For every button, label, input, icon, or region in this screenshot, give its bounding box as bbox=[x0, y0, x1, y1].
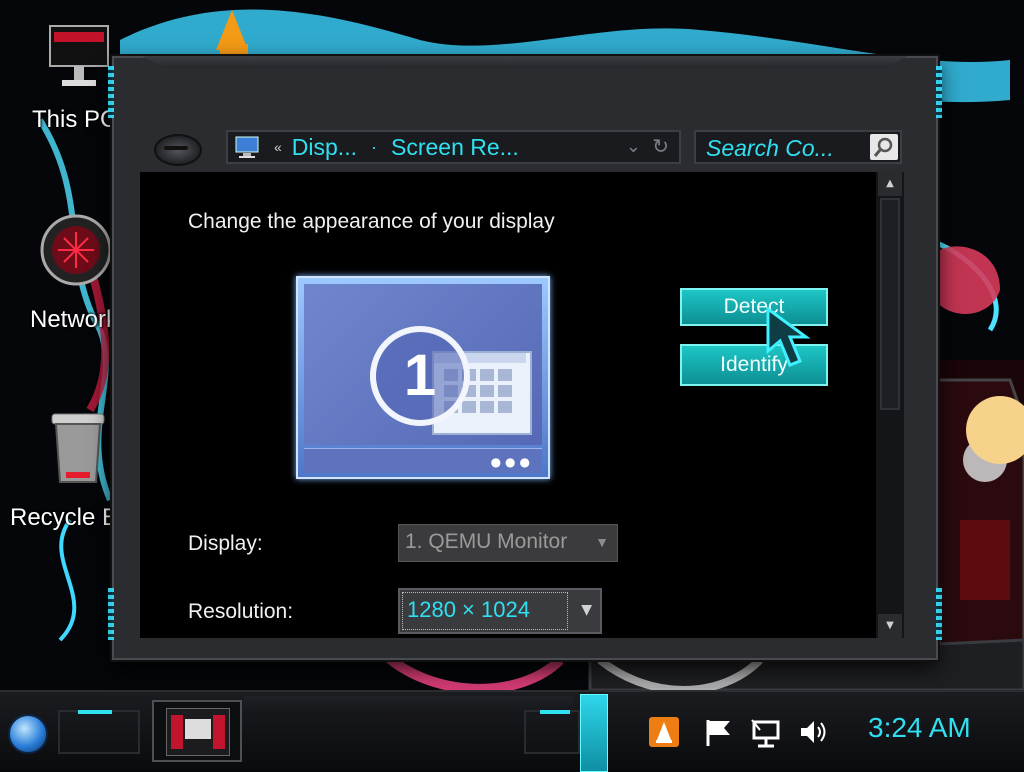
taskbar-decoration bbox=[524, 710, 580, 754]
address-bar[interactable]: « Disp... · Screen Re... ⌄ ↻ bbox=[226, 130, 681, 164]
window-right-lights bbox=[934, 58, 944, 658]
breadcrumb-display[interactable]: Disp... bbox=[292, 134, 357, 161]
taskbar-app-button[interactable] bbox=[152, 700, 242, 762]
search-icon[interactable] bbox=[870, 134, 898, 160]
window-thumbnail-icon bbox=[166, 708, 230, 756]
breadcrumb-screen-resolution[interactable]: Screen Re... bbox=[391, 134, 519, 161]
scrollbar-thumb[interactable] bbox=[880, 198, 900, 410]
search-input[interactable]: Search Co... bbox=[694, 130, 902, 164]
display-label: Display: bbox=[188, 532, 263, 555]
taskbar-decoration bbox=[58, 710, 140, 754]
scroll-up-icon[interactable]: ▲ bbox=[878, 172, 902, 196]
search-placeholder: Search Co... bbox=[706, 135, 834, 161]
monitor-preview[interactable]: 1 ●●● bbox=[296, 276, 550, 479]
scroll-down-icon[interactable]: ▼ bbox=[878, 614, 902, 638]
address-overflow-icon[interactable]: « bbox=[274, 139, 282, 155]
chevron-down-icon: ▼ bbox=[581, 602, 592, 618]
display-select-value: 1. QEMU Monitor bbox=[405, 530, 568, 553]
desktop-icon-label: This PC bbox=[32, 106, 118, 133]
flag-icon[interactable] bbox=[702, 716, 734, 748]
navigation-back-button[interactable] bbox=[154, 134, 202, 166]
vlc-tray-icon[interactable] bbox=[648, 716, 680, 748]
volume-icon[interactable] bbox=[798, 716, 830, 748]
desktop-icon-label: Network bbox=[30, 306, 119, 333]
breadcrumb-separator: · bbox=[370, 136, 377, 157]
resolution-select-value: 1280 × 1024 bbox=[402, 592, 568, 630]
refresh-icon[interactable]: ↻ bbox=[652, 134, 669, 159]
taskbar-clock[interactable]: 3:24 AM bbox=[868, 712, 971, 744]
vertical-scrollbar[interactable]: ▲ ▼ bbox=[876, 172, 904, 638]
start-button[interactable] bbox=[8, 714, 48, 754]
monitor-taskbar: ●●● bbox=[304, 448, 542, 473]
chevron-down-icon[interactable]: ⌄ bbox=[626, 136, 641, 157]
resolution-select[interactable]: 1280 × 1024 ▼ bbox=[398, 588, 602, 634]
window-frame-top bbox=[142, 56, 908, 68]
mouse-cursor-icon bbox=[766, 307, 811, 367]
resolution-label: Resolution: bbox=[188, 600, 294, 623]
computer-icon bbox=[49, 25, 109, 86]
chevron-down-icon: ▼ bbox=[595, 534, 609, 550]
content-pane: Change the appearance of your display 1 … bbox=[140, 172, 876, 638]
display-settings-icon bbox=[234, 134, 260, 160]
ellipsis-icon: ●●● bbox=[490, 455, 534, 469]
taskbar-accent bbox=[78, 710, 112, 714]
network-tray-icon[interactable] bbox=[750, 716, 782, 748]
page-title: Change the appearance of your display bbox=[188, 210, 555, 233]
taskbar: 3:24 AM bbox=[0, 690, 1024, 772]
desktop-icon-recycle-bin[interactable]: Recycle Bin bbox=[10, 408, 137, 538]
taskbar-accent bbox=[540, 710, 570, 714]
window-left-lights bbox=[106, 58, 116, 658]
monitor-number-badge: 1 bbox=[370, 326, 470, 426]
display-select[interactable]: 1. QEMU Monitor ▼ bbox=[398, 524, 618, 562]
show-desktop-button[interactable] bbox=[580, 694, 608, 772]
